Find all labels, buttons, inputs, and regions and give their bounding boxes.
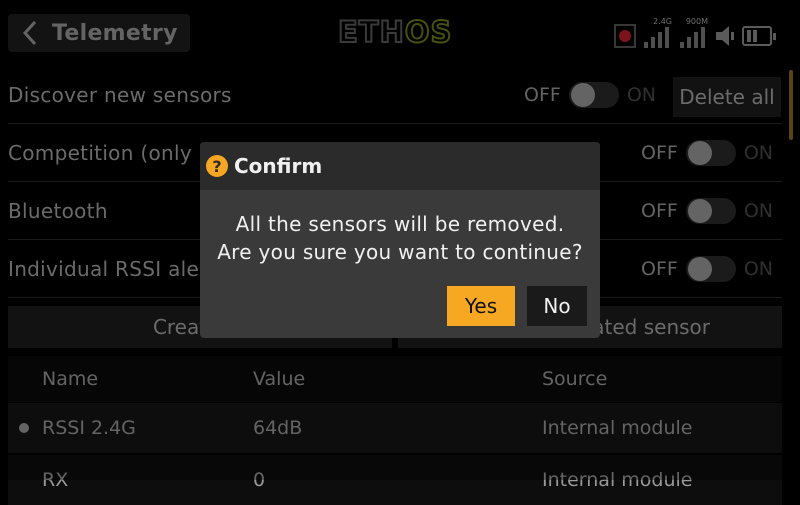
confirm-dialog: ? Confirm All the sensors will be remove… (200, 142, 600, 338)
yes-button[interactable]: Yes (447, 286, 515, 326)
dialog-message-line2: Are you sure you want to continue? (217, 240, 583, 264)
dialog-title: Confirm (234, 154, 323, 178)
dialog-message: All the sensors will be removed. Are you… (200, 210, 600, 266)
dialog-message-line1: All the sensors will be removed. (235, 212, 565, 236)
no-button[interactable]: No (527, 286, 587, 326)
question-icon: ? (206, 155, 228, 177)
dialog-header: ? Confirm (200, 142, 600, 190)
